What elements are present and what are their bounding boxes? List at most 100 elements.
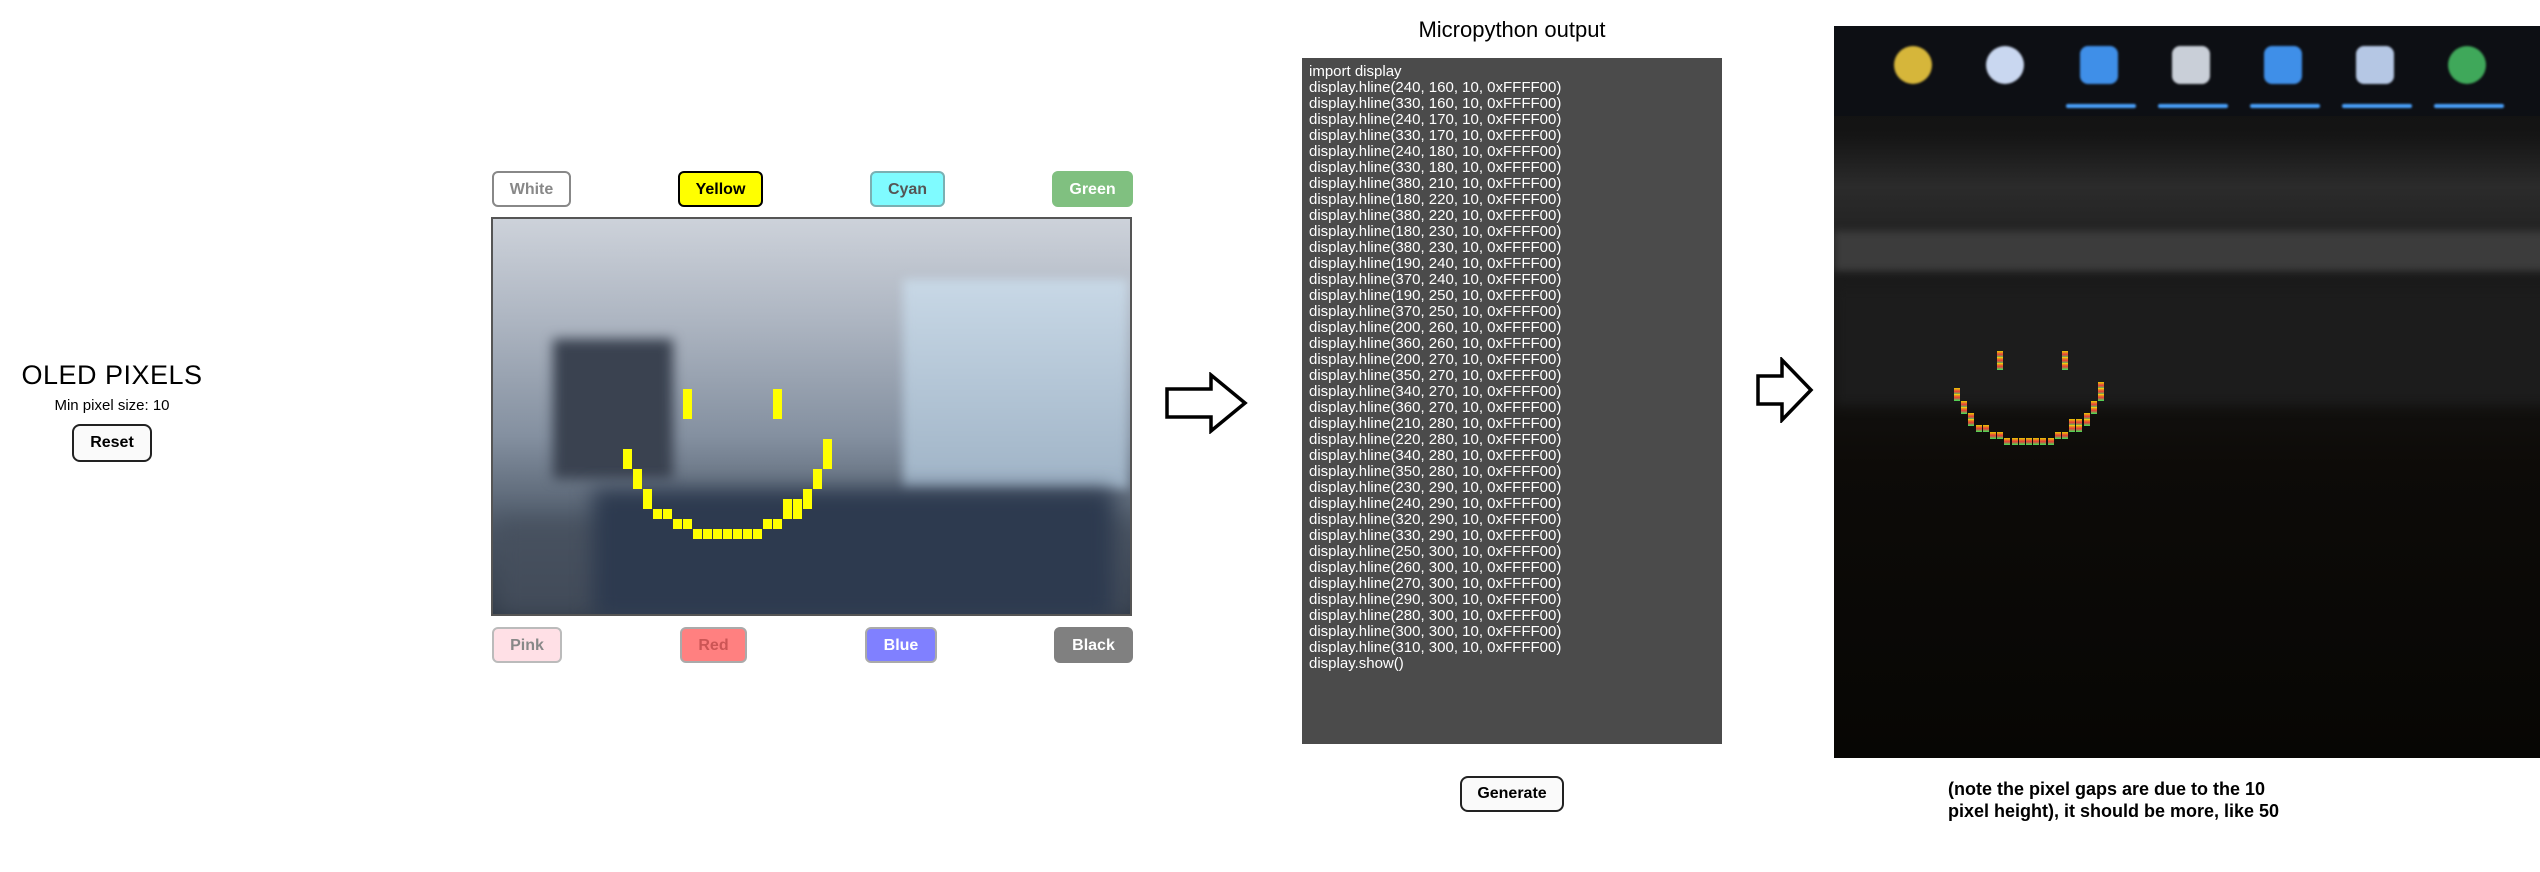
app-header: OLED PIXELS Min pixel size: 10 Reset (0, 360, 224, 462)
yellow-pixel (623, 459, 632, 469)
color-button-white[interactable]: White (492, 171, 571, 207)
yellow-pixel (693, 529, 702, 539)
yellow-pixel (723, 529, 732, 539)
oled-pixel (1968, 419, 1975, 427)
oled-pixel (2011, 437, 2018, 445)
code-line: display.hline(350, 280, 10, 0xFFFF00) (1309, 463, 1562, 480)
code-line: display.hline(370, 250, 10, 0xFFFF00) (1309, 303, 1562, 320)
oled-pixel (2033, 437, 2040, 445)
code-line: display.hline(350, 270, 10, 0xFFFF00) (1309, 367, 1562, 384)
file-icon (2356, 46, 2394, 84)
oled-pixel (2018, 437, 2025, 445)
code-line: display.hline(240, 170, 10, 0xFFFF00) (1309, 111, 1562, 128)
yellow-pixel (703, 529, 712, 539)
background-photo-window (903, 279, 1128, 489)
drawing-canvas[interactable] (491, 217, 1132, 616)
min-pixel-size-label: Min pixel size: 10 (54, 397, 170, 414)
yellow-pixel (793, 499, 802, 509)
oled-pixel (2076, 425, 2083, 433)
oled-pixel (2040, 437, 2047, 445)
oled-pixel (1997, 363, 2004, 371)
color-button-black[interactable]: Black (1054, 627, 1133, 663)
yellow-pixel (633, 479, 642, 489)
code-line: display.hline(280, 300, 10, 0xFFFF00) (1309, 607, 1562, 624)
yellow-pixel (733, 529, 742, 539)
taskbar-indicator (2158, 104, 2228, 108)
taskbar-indicator (2342, 104, 2412, 108)
yellow-pixel (683, 389, 692, 399)
yellow-pixel (683, 409, 692, 419)
oled-pixel (2098, 394, 2104, 402)
taskbar-indicator (2066, 104, 2136, 108)
yellow-pixel (633, 469, 642, 479)
generate-button[interactable]: Generate (1460, 776, 1564, 812)
monitor-icon (2172, 46, 2210, 84)
code-line: display.hline(330, 170, 10, 0xFFFF00) (1309, 127, 1562, 144)
code-line: display.hline(330, 180, 10, 0xFFFF00) (1309, 159, 1562, 176)
code-line: display.hline(190, 250, 10, 0xFFFF00) (1309, 287, 1562, 304)
oled-pixel (1954, 394, 1960, 402)
taskbar-indicator (2434, 104, 2504, 108)
color-button-pink[interactable]: Pink (492, 627, 562, 663)
code-line: display.hline(370, 240, 10, 0xFFFF00) (1309, 271, 1562, 288)
taskbar-indicator (2250, 104, 2320, 108)
yellow-pixel (783, 509, 792, 519)
code-line: display.hline(200, 270, 10, 0xFFFF00) (1309, 351, 1562, 368)
color-button-red[interactable]: Red (680, 627, 747, 663)
oled-pixel (2047, 437, 2054, 445)
photo-shelf (1834, 231, 2540, 271)
code-line: display.hline(380, 210, 10, 0xFFFF00) (1309, 175, 1562, 192)
browser-icon (2448, 46, 2486, 84)
code-line: display.hline(270, 300, 10, 0xFFFF00) (1309, 575, 1562, 592)
color-button-yellow[interactable]: Yellow (678, 171, 763, 207)
yellow-pixel (683, 519, 692, 529)
code-line: display.hline(250, 300, 10, 0xFFFF00) (1309, 543, 1562, 560)
arrow-right-icon (1165, 372, 1248, 434)
color-button-cyan[interactable]: Cyan (870, 171, 945, 207)
code-line: display.hline(360, 260, 10, 0xFFFF00) (1309, 335, 1562, 352)
yellow-pixel (673, 519, 682, 529)
code-line: display.hline(180, 220, 10, 0xFFFF00) (1309, 191, 1562, 208)
yellow-pixel (823, 439, 832, 449)
oled-pixel (1961, 406, 1968, 414)
color-button-blue[interactable]: Blue (865, 627, 937, 663)
oled-pixel (2069, 425, 2076, 433)
code-line: display.show() (1309, 655, 1404, 672)
yellow-pixel (823, 449, 832, 459)
background-photo-wall (553, 339, 673, 479)
code-line: display.hline(380, 220, 10, 0xFFFF00) (1309, 207, 1562, 224)
oled-pixel (2054, 431, 2061, 439)
color-button-green[interactable]: Green (1052, 171, 1133, 207)
code-line: display.hline(260, 300, 10, 0xFFFF00) (1309, 559, 1562, 576)
note-text: (note the pixel gaps are due to the 10 p… (1948, 779, 2280, 821)
oled-pixel (1990, 431, 1996, 439)
oled-pixel (1975, 425, 1982, 433)
code-line: display.hline(240, 160, 10, 0xFFFF00) (1309, 79, 1562, 96)
yellow-pixel (813, 469, 822, 479)
yellow-pixel (813, 479, 822, 489)
code-line: display.hline(210, 280, 10, 0xFFFF00) (1309, 415, 1562, 432)
code-line: display.hline(200, 260, 10, 0xFFFF00) (1309, 319, 1562, 336)
yellow-pixel (663, 509, 672, 519)
code-line: display.hline(310, 300, 10, 0xFFFF00) (1309, 639, 1562, 656)
yellow-pixel (803, 499, 812, 509)
yellow-pixel (643, 489, 652, 499)
oled-photo (1834, 26, 2540, 758)
code-line: display.hline(180, 230, 10, 0xFFFF00) (1309, 223, 1562, 240)
app-title: OLED PIXELS (21, 360, 203, 390)
yellow-pixel (753, 529, 762, 539)
oled-pixel (2062, 431, 2068, 439)
yellow-pixel (773, 389, 782, 399)
oled-pixel (2026, 437, 2032, 445)
oled-pixel (2090, 406, 2097, 414)
code-line: display.hline(230, 290, 10, 0xFFFF00) (1309, 479, 1562, 496)
arrow-right-icon (1756, 357, 1814, 423)
folder-icon (2264, 46, 2302, 84)
yellow-pixel (643, 499, 652, 509)
app-icon (2080, 46, 2118, 84)
yellow-pixel (683, 399, 692, 409)
yellow-pixel (773, 519, 782, 529)
reset-button[interactable]: Reset (72, 424, 152, 462)
yellow-pixel (763, 519, 772, 529)
code-line: display.hline(360, 270, 10, 0xFFFF00) (1309, 399, 1562, 416)
